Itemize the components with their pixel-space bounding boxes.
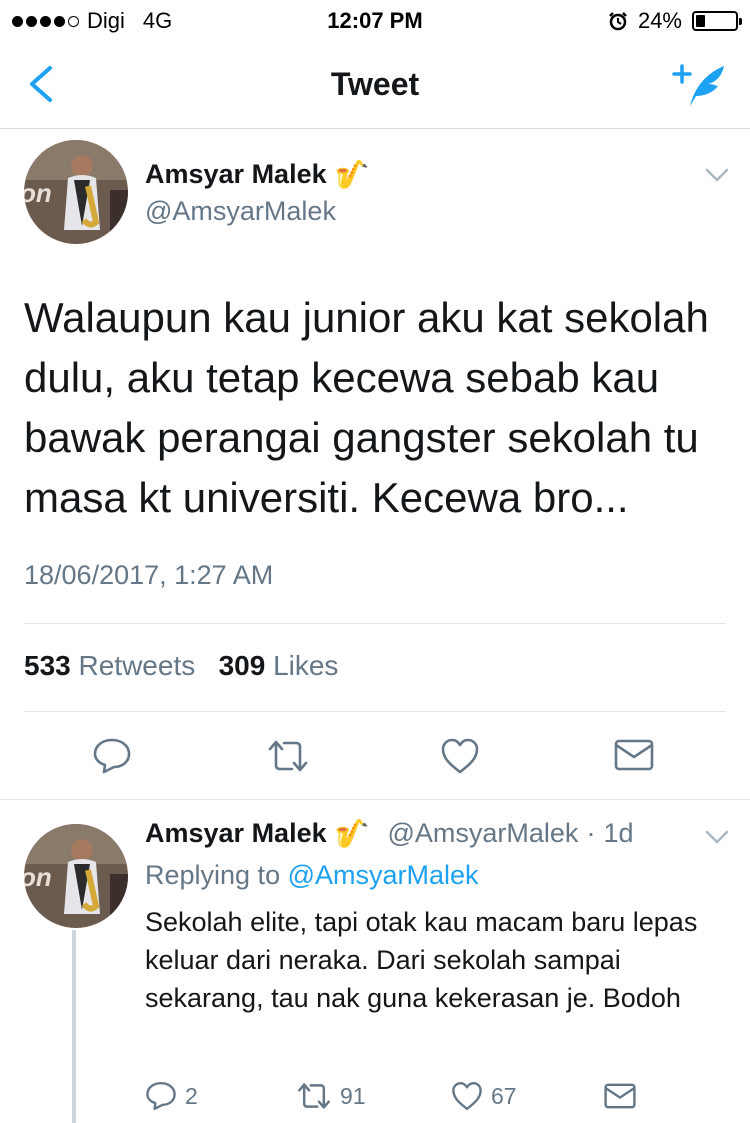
reply-icon[interactable] <box>92 737 132 775</box>
replying-to: Replying to @AmsyarMalek <box>145 860 479 891</box>
svg-text:on: on <box>24 178 52 208</box>
reply-text: Sekolah elite, tapi otak kau macam baru … <box>145 907 698 1013</box>
reply-count: 2 <box>185 1082 198 1109</box>
replying-prefix: Replying to <box>145 860 281 890</box>
likes-label: Likes <box>273 650 339 681</box>
like-heart-icon[interactable] <box>440 737 480 775</box>
retweet-button[interactable]: 91 <box>296 1080 366 1112</box>
reply-meta-row: Amsyar Malek 🎷 @AmsyarMalek · 1d <box>145 817 633 850</box>
alarm-icon <box>609 12 627 31</box>
retweet-icon[interactable] <box>266 737 310 775</box>
retweets-stat[interactable]: 533 Retweets <box>24 650 195 681</box>
tweet-age: 1d <box>603 818 634 848</box>
divider <box>24 623 726 624</box>
author-name[interactable]: Amsyar Malek <box>145 159 327 190</box>
avatar-image: on <box>24 140 128 244</box>
status-right: 24% <box>608 8 742 34</box>
compose-tweet-icon[interactable] <box>672 60 728 110</box>
tweet-stats: 533 Retweets 309 Likes <box>24 650 338 682</box>
direct-message-icon <box>604 1083 636 1109</box>
chevron-down-icon[interactable] <box>704 829 730 845</box>
status-bar: Digi 4G 12:07 PM 24% <box>0 0 750 40</box>
reply-icon <box>146 1082 176 1110</box>
direct-message-button[interactable] <box>604 1082 636 1110</box>
like-count: 67 <box>491 1082 517 1109</box>
retweet-icon <box>298 1083 330 1109</box>
like-heart-icon <box>452 1082 482 1110</box>
retweets-count: 533 <box>24 650 71 681</box>
reply-button[interactable]: 2 <box>145 1080 198 1112</box>
like-button[interactable]: 67 <box>451 1080 517 1112</box>
thread-connector-line <box>72 930 76 1123</box>
avatar-image: on <box>24 824 128 928</box>
likes-stat[interactable]: 309 Likes <box>219 650 339 681</box>
retweets-label: Retweets <box>78 650 196 681</box>
svg-text:on: on <box>24 862 52 892</box>
navigation-bar: Tweet <box>0 40 750 129</box>
divider <box>24 711 726 712</box>
avatar[interactable]: on <box>24 140 128 244</box>
battery-icon <box>692 11 742 31</box>
direct-message-icon[interactable] <box>614 739 654 771</box>
chevron-down-icon[interactable] <box>704 167 730 183</box>
likes-count: 309 <box>218 650 266 681</box>
replying-to-handle-link[interactable]: @AmsyarMalek <box>288 860 479 890</box>
saxophone-icon: 🎷 <box>334 818 370 849</box>
page-title: Tweet <box>330 66 420 102</box>
tweet-text: Walaupun kau junior aku kat sekolah dulu… <box>24 294 709 521</box>
retweet-count: 91 <box>340 1082 366 1109</box>
battery-percent: 24% <box>637 8 682 33</box>
author-row: Amsyar Malek 🎷 <box>145 158 369 191</box>
dot-separator: · <box>586 818 596 848</box>
author-handle[interactable]: @AmsyarMalek <box>387 818 578 849</box>
saxophone-icon: 🎷 <box>334 159 370 190</box>
tweet-timestamp: 18/06/2017, 1:27 AM <box>24 560 274 590</box>
divider <box>0 799 750 800</box>
author-name[interactable]: Amsyar Malek <box>145 818 327 849</box>
avatar[interactable]: on <box>24 824 128 928</box>
author-handle[interactable]: @AmsyarMalek <box>145 196 336 227</box>
